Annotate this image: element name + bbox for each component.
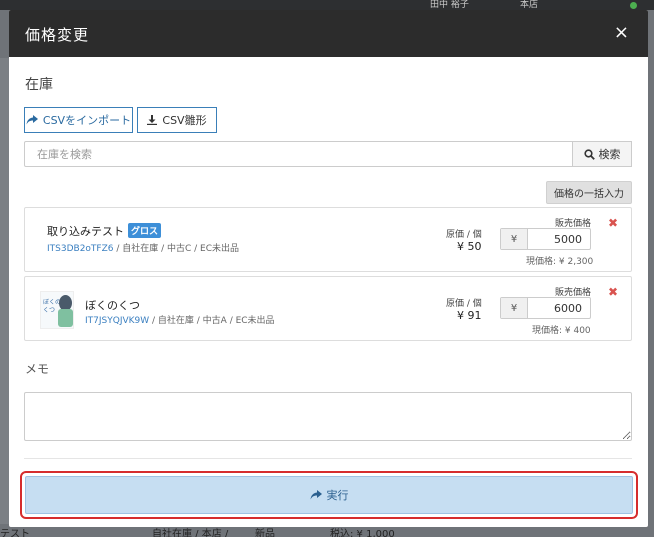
memo-textarea[interactable] — [24, 392, 632, 441]
background-store-name: 本店 — [520, 0, 539, 10]
status-dot-icon — [630, 2, 637, 9]
cost-value: ¥ 50 — [457, 240, 482, 253]
sale-price-input[interactable]: 6000 — [528, 298, 590, 318]
item-code-link[interactable]: IT7JSYQJVK9W — [85, 316, 149, 326]
item-name: ぼくのくつ — [85, 299, 140, 312]
currency-addon: ¥ — [501, 229, 528, 249]
csv-import-button[interactable]: CSVをインポート — [24, 107, 133, 133]
share-icon — [310, 490, 322, 500]
current-price-text: 現価格: ¥ 400 — [532, 326, 591, 336]
price-change-modal: 価格変更 × 在庫 CSVをインポート CSV雛形 在庫を検索 検索 価格の一括… — [9, 10, 648, 527]
item-meta-text: / 自社在庫 / 中古C / EC未出品 — [113, 244, 240, 254]
background-topbar: 田中 裕子 本店 — [0, 0, 654, 10]
item-code-link[interactable]: ITS3DB2oTFZ6 — [47, 244, 114, 254]
cost-value: ¥ 91 — [457, 309, 482, 322]
stock-item: 取り込みテスト グロス ITS3DB2oTFZ6 / 自社在庫 / 中古C / E… — [24, 207, 632, 272]
gross-tag: グロス — [128, 223, 162, 238]
item-meta-text: / 自社在庫 / 中古A / EC未出品 — [149, 316, 275, 326]
share-icon — [26, 115, 38, 125]
sale-price-input[interactable]: 5000 — [528, 229, 590, 249]
modal-header: 価格変更 × — [9, 10, 648, 57]
modal-title: 価格変更 — [25, 26, 90, 44]
background-user-name: 田中 裕子 — [430, 0, 469, 10]
item-name: 取り込みテスト グロス — [47, 223, 162, 239]
item-meta: IT7JSYQJVK9W / 自社在庫 / 中古A / EC未出品 — [85, 313, 275, 326]
csv-template-button[interactable]: CSV雛形 — [137, 107, 217, 133]
item-thumbnail: ぼくの くつ — [40, 291, 74, 329]
cost-label: 原価 / 個 — [446, 230, 482, 240]
stock-search-input[interactable]: 在庫を検索 — [24, 141, 573, 167]
remove-item-icon[interactable]: ✖ — [608, 285, 618, 299]
bulk-price-input-button[interactable]: 価格の一括入力 — [546, 181, 632, 204]
csv-import-label: CSVをインポート — [42, 114, 132, 127]
close-icon[interactable]: × — [614, 22, 629, 43]
cost-label: 原価 / 個 — [446, 299, 482, 309]
execute-button[interactable]: 実行 — [25, 476, 633, 514]
stock-section-label: 在庫 — [25, 77, 53, 93]
memo-label: メモ — [25, 362, 50, 376]
sale-price-field[interactable]: ¥ 6000 — [500, 297, 591, 319]
remove-item-icon[interactable]: ✖ — [608, 216, 618, 230]
currency-addon: ¥ — [501, 298, 528, 318]
sale-price-field[interactable]: ¥ 5000 — [500, 228, 591, 250]
download-icon — [147, 115, 158, 125]
execute-highlight: 実行 — [20, 471, 638, 519]
item-meta: ITS3DB2oTFZ6 / 自社在庫 / 中古C / EC未出品 — [47, 241, 239, 254]
csv-template-label: CSV雛形 — [162, 114, 207, 127]
search-button-label: 検索 — [598, 148, 621, 161]
search-icon — [583, 148, 595, 160]
thumbnail-figure-body — [58, 309, 73, 327]
divider — [24, 458, 632, 459]
item-name-text: 取り込みテスト — [47, 225, 124, 238]
stock-item: ぼくの くつ ぼくのくつ IT7JSYQJVK9W / 自社在庫 / 中古A /… — [24, 276, 632, 341]
search-button[interactable]: 検索 — [572, 141, 632, 167]
execute-button-label: 実行 — [326, 489, 349, 502]
current-price-text: 現価格: ¥ 2,300 — [526, 257, 594, 267]
